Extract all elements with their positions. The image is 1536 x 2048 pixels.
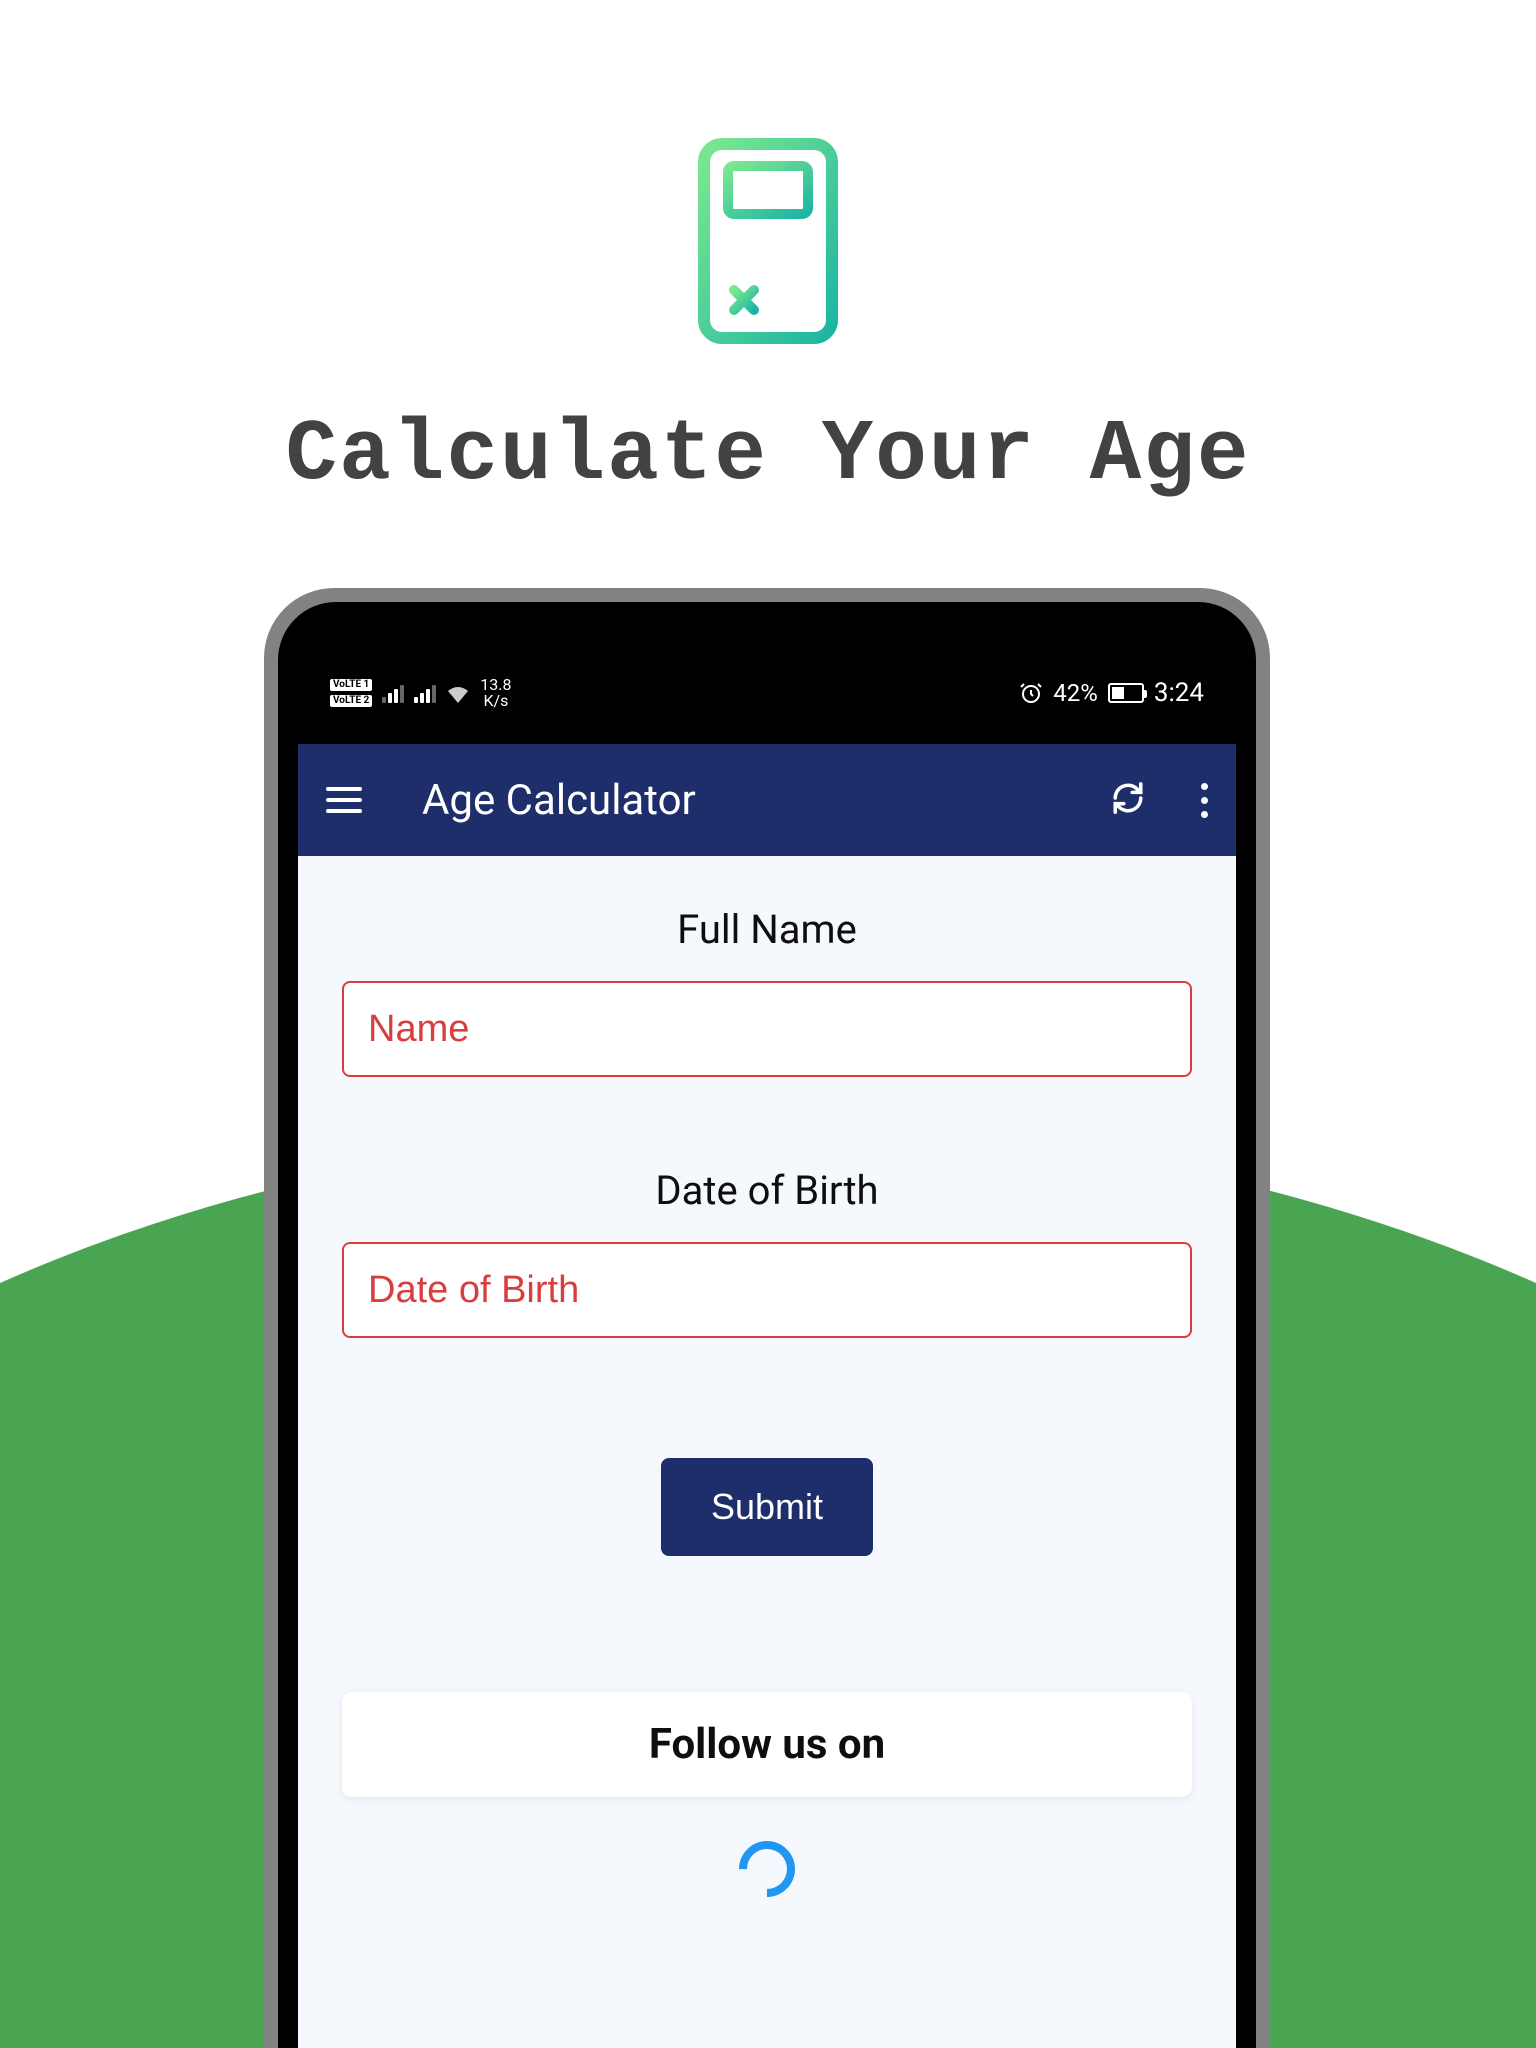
name-input[interactable] — [342, 981, 1192, 1077]
alarm-icon — [1019, 681, 1043, 705]
app-body: Full Name Date of Birth Submit Follow us… — [298, 856, 1236, 1897]
volte-badge-1: VoLTE 1 — [330, 679, 372, 691]
refresh-icon[interactable] — [1111, 781, 1145, 819]
submit-button[interactable]: Submit — [661, 1458, 873, 1556]
network-speed: 13.8 K/s — [480, 677, 511, 709]
calculator-icon — [698, 138, 838, 344]
dob-input[interactable] — [342, 1242, 1192, 1338]
status-right: 42% 3:24 — [1019, 678, 1204, 708]
battery-percentage: 42% — [1053, 679, 1098, 707]
dob-label: Date of Birth — [655, 1167, 878, 1214]
android-status-bar: VoLTE 1 VoLTE 2 — [278, 676, 1256, 710]
follow-label: Follow us on — [342, 1720, 1192, 1769]
phone-mockup-frame: VoLTE 1 VoLTE 2 — [264, 588, 1270, 2048]
promo-title: Calculate Your Age — [286, 406, 1251, 504]
hamburger-menu-icon[interactable] — [326, 787, 362, 813]
more-menu-icon[interactable] — [1201, 783, 1208, 818]
battery-icon — [1108, 683, 1144, 703]
speed-unit: K/s — [480, 693, 511, 709]
status-left: VoLTE 1 VoLTE 2 — [330, 677, 512, 709]
volte-badge-2: VoLTE 2 — [330, 695, 372, 707]
signal-icon-1 — [382, 683, 404, 703]
status-time: 3:24 — [1154, 678, 1204, 708]
phone-screen: VoLTE 1 VoLTE 2 — [278, 602, 1256, 2048]
volte-badges: VoLTE 1 VoLTE 2 — [330, 679, 372, 707]
wifi-icon — [446, 683, 470, 703]
toolbar-actions — [1111, 781, 1208, 819]
app-title: Age Calculator — [422, 776, 1111, 825]
app-screen: Age Calculator F — [298, 744, 1236, 2048]
promo-header: Calculate Your Age — [0, 0, 1536, 504]
app-toolbar: Age Calculator — [298, 744, 1236, 856]
signal-icon-2 — [414, 683, 436, 703]
name-label: Full Name — [677, 906, 857, 953]
follow-card: Follow us on — [342, 1692, 1192, 1797]
loading-spinner-icon — [727, 1829, 806, 1908]
